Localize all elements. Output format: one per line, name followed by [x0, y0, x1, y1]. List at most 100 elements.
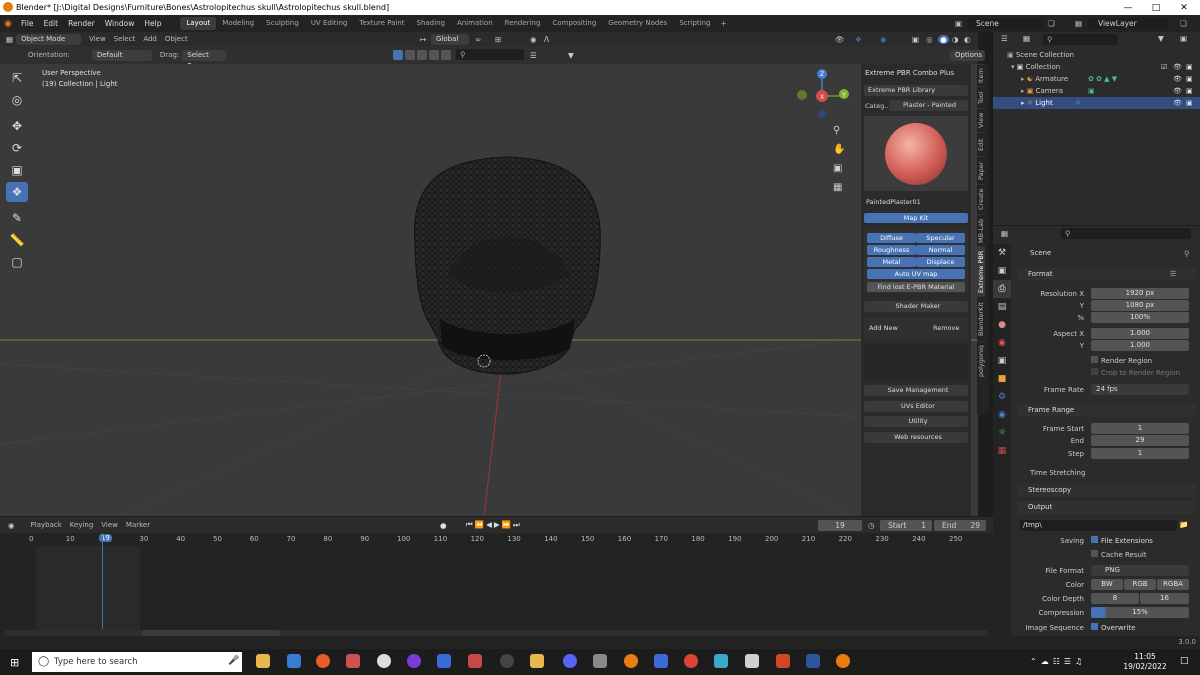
format-section[interactable]: Format ☰	[1018, 268, 1196, 281]
tab-layout[interactable]: Layout	[180, 17, 217, 30]
chrome-icon[interactable]	[684, 654, 698, 668]
marker-menu[interactable]: Marker	[126, 521, 150, 529]
outliner-search-icon[interactable]: ⚲	[1043, 34, 1118, 45]
web-resources-section[interactable]: Web resources	[864, 432, 968, 443]
render-tab-icon[interactable]: ▣	[993, 262, 1011, 280]
material-preview[interactable]	[864, 116, 968, 191]
overlay-icon[interactable]: ◉	[880, 35, 887, 44]
file-format-dropdown[interactable]: PNG	[1091, 565, 1189, 576]
windows-start-icon[interactable]: ⊞	[10, 656, 19, 669]
notifications-icon[interactable]: □	[1180, 656, 1189, 666]
app-icon-6[interactable]	[407, 654, 421, 668]
color-depth-8-button[interactable]: 8	[1091, 593, 1139, 604]
gizmo-icon[interactable]: ❖	[855, 35, 862, 44]
visibility-icon[interactable]: 👁	[835, 35, 845, 44]
tab-extreme-pbr[interactable]: Extreme PBR	[977, 246, 985, 296]
view-layer-tab-icon[interactable]: ▤	[993, 298, 1011, 316]
app-icon-16[interactable]	[714, 654, 728, 668]
disclosure-icon[interactable]: ▸	[1021, 99, 1025, 107]
minimize-button[interactable]: —	[1114, 0, 1142, 15]
res-y-field[interactable]: 1080 px	[1091, 300, 1189, 311]
material-shading-icon[interactable]: ◑	[952, 35, 959, 44]
percentage-field[interactable]: 100%	[1091, 312, 1189, 323]
new-collection-icon[interactable]: ▣	[1180, 34, 1187, 43]
cursor-tool-icon[interactable]: ◎	[6, 90, 28, 110]
zoom-icon[interactable]: ⚲	[833, 121, 845, 140]
diffuse-toggle[interactable]: Diffuse	[867, 233, 916, 243]
tab-uv-editing[interactable]: UV Editing	[305, 17, 354, 30]
tab-compositing[interactable]: Compositing	[546, 17, 602, 30]
word-icon[interactable]	[806, 654, 820, 668]
color-rgb-button[interactable]: RGB	[1124, 579, 1156, 590]
mode-dropdown[interactable]: Object Mode	[16, 33, 82, 45]
app-icon-8[interactable]	[468, 654, 482, 668]
menu-file[interactable]: File	[16, 19, 39, 28]
outliner-scene-collection[interactable]: ▣ Scene Collection	[993, 49, 1200, 61]
outliner-item-camera[interactable]: ▸ ▣ Camera ▣ 👁 ▣	[993, 85, 1200, 97]
scene-tab-icon[interactable]: ●	[993, 316, 1011, 334]
notepad-icon[interactable]	[287, 654, 301, 668]
select-intersect-icon[interactable]	[441, 50, 451, 60]
blender-menu-icon[interactable]: ◉	[0, 19, 16, 29]
object-tab-icon[interactable]: ■	[993, 370, 1011, 388]
tab-paper[interactable]: Paper	[977, 156, 985, 184]
orientation-dropdown[interactable]: Default	[91, 49, 152, 61]
modifier-tab-icon[interactable]: ⚙	[993, 388, 1011, 406]
app-icon-7[interactable]	[437, 654, 451, 668]
maximize-button[interactable]: □	[1142, 0, 1170, 15]
powerpoint-icon[interactable]	[776, 654, 790, 668]
overwrite-checkbox[interactable]: Overwrite	[1091, 623, 1135, 634]
collection-camera-icon[interactable]: ▣	[1186, 61, 1193, 73]
select-subtract-icon[interactable]	[417, 50, 427, 60]
camera-render-icon[interactable]: ▣	[1186, 85, 1193, 97]
app-icon-12[interactable]	[593, 654, 607, 668]
pin-icon[interactable]: ⚲	[1184, 249, 1190, 258]
roughness-toggle[interactable]: Roughness	[867, 245, 916, 255]
tab-blenderkit[interactable]: BlenderKit	[977, 296, 985, 341]
rendered-shading-icon[interactable]: ◐	[964, 35, 971, 44]
tab-view[interactable]: View	[977, 108, 985, 132]
ortho-grid-icon[interactable]: ▦	[833, 178, 845, 197]
displace-toggle[interactable]: Displace	[916, 257, 965, 267]
properties-editor-icon[interactable]: ▦	[1001, 229, 1008, 238]
camera-view-icon[interactable]: ▣	[833, 159, 845, 178]
add-new-button[interactable]: Add New	[869, 324, 898, 332]
disclosure-icon[interactable]: ▾	[1011, 63, 1015, 71]
tab-mb-lab[interactable]: MB-Lab	[977, 214, 985, 246]
find-lost-material-button[interactable]: Find lost E-PBR Material	[867, 282, 965, 292]
current-frame-field[interactable]: 19	[818, 519, 862, 531]
color-depth-16-button[interactable]: 16	[1140, 593, 1189, 604]
armature-eye-icon[interactable]: 👁	[1173, 73, 1182, 85]
shader-maker-section[interactable]: Shader Maker	[864, 301, 968, 312]
new-scene-icon[interactable]: ❏	[1048, 19, 1055, 28]
discord-icon[interactable]	[563, 654, 577, 668]
cache-result-checkbox[interactable]: Cache Result	[1091, 550, 1147, 561]
outliner-item-armature[interactable]: ▸ ☯ Armature ✿ ✿ ▲ ▼ 👁 ▣	[993, 73, 1200, 85]
blender-app-icon[interactable]	[624, 654, 638, 668]
menu-help[interactable]: Help	[139, 19, 166, 28]
select-new-icon[interactable]	[393, 50, 403, 60]
close-button[interactable]: ✕	[1170, 0, 1198, 15]
app-icon-4[interactable]	[346, 654, 360, 668]
playback-controls[interactable]: ⏮⏪◀▶⏩⏭	[466, 520, 522, 530]
tab-create[interactable]: Create	[977, 184, 985, 214]
frame-step-field[interactable]: 1	[1091, 448, 1189, 459]
category-dropdown[interactable]: Plaster - Painted	[889, 100, 968, 111]
tab-edit[interactable]: Edit	[977, 132, 985, 156]
drag-dropdown[interactable]: Select Box	[182, 49, 227, 70]
annotate-tool-icon[interactable]: ✎	[6, 208, 28, 228]
move-tool-icon[interactable]: ✥	[6, 116, 28, 136]
preview-range-icon[interactable]: ◷	[868, 521, 875, 530]
select-tool-icon[interactable]: ⇱	[6, 68, 28, 88]
metal-toggle[interactable]: Metal	[867, 257, 916, 267]
3d-viewport[interactable]: Z Y X User Perspective (19) Collection |…	[0, 64, 978, 516]
frame-range-section[interactable]: Frame Range	[1018, 404, 1196, 417]
color-bw-button[interactable]: BW	[1091, 579, 1123, 590]
folder-icon[interactable]: 📁	[1179, 520, 1188, 529]
keying-menu[interactable]: Keying	[70, 521, 94, 529]
select-extend-icon[interactable]	[405, 50, 415, 60]
timeline-ruler[interactable]: 0 10 19 30 40 50 60 70 80 90 100 110 120 130 140 150 160…	[0, 533, 993, 546]
tab-polygoniq[interactable]: polygoniq	[977, 341, 985, 381]
object-menu[interactable]: Object	[165, 35, 188, 43]
app-icon-17[interactable]	[745, 654, 759, 668]
